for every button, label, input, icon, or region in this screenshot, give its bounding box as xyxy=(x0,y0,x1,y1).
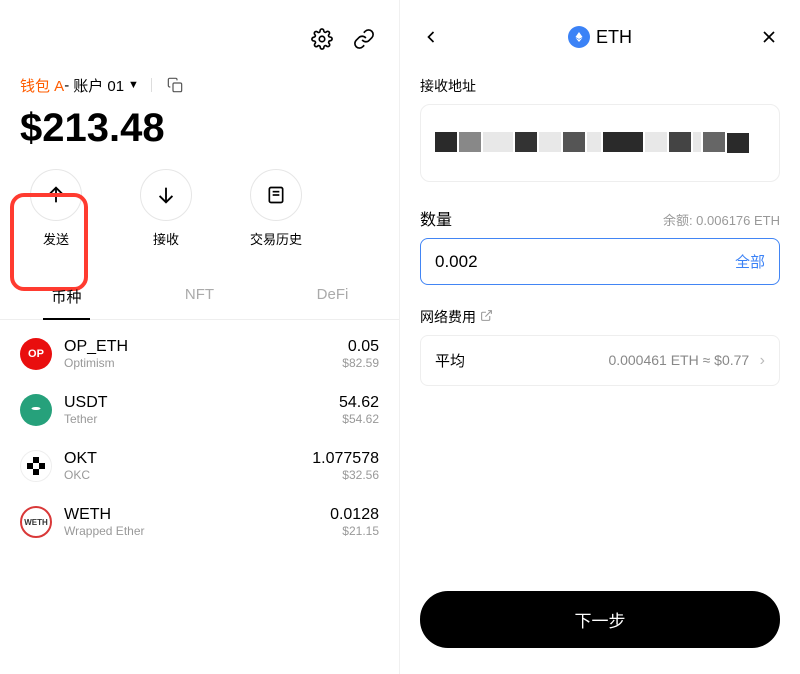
token-row[interactable]: WETH WETH Wrapped Ether 0.0128 $21.15 xyxy=(0,494,399,550)
token-row[interactable]: USDT Tether 54.62 $54.62 xyxy=(0,382,399,438)
fee-label-row: 网络费用 xyxy=(400,285,800,335)
token-amount: 54.62 xyxy=(339,394,379,412)
send-header: ETH xyxy=(400,0,800,56)
token-chain: Tether xyxy=(64,412,327,426)
token-chain: OKC xyxy=(64,468,300,482)
back-icon[interactable] xyxy=(420,26,442,48)
action-row: 发送 接收 交易历史 xyxy=(0,169,399,272)
token-fiat: $54.62 xyxy=(339,412,379,426)
receive-label: 接收 xyxy=(153,229,179,248)
wallet-selector[interactable]: 钱包 A - 账户 01 ▼ xyxy=(0,62,399,100)
next-button[interactable]: 下一步 xyxy=(420,591,780,648)
token-fiat: $32.56 xyxy=(312,468,379,482)
arrow-up-icon xyxy=(30,169,82,221)
send-action[interactable]: 发送 xyxy=(30,169,82,248)
wallet-home-panel: 钱包 A - 账户 01 ▼ $213.48 发送 接收 交易历史 xyxy=(0,0,400,674)
close-icon[interactable] xyxy=(758,26,780,48)
account-label: 账户 01 xyxy=(73,75,124,96)
token-chain: Wrapped Ether xyxy=(64,524,318,538)
token-symbol: OKT xyxy=(64,450,300,468)
amount-input[interactable] xyxy=(435,252,666,272)
wallet-name: 钱包 A xyxy=(20,75,64,96)
token-chain: Optimism xyxy=(64,356,330,370)
token-row[interactable]: OP OP_ETH Optimism 0.05 $82.59 xyxy=(0,326,399,382)
address-label: 接收地址 xyxy=(400,56,800,104)
history-action[interactable]: 交易历史 xyxy=(250,169,302,248)
history-icon xyxy=(250,169,302,221)
asset-tabs: 币种 NFT DeFi xyxy=(0,272,399,320)
token-symbol: USDT xyxy=(64,394,327,412)
send-title: ETH xyxy=(568,26,632,48)
amount-input-wrap: 全部 xyxy=(420,238,780,285)
fee-label: 网络费用 xyxy=(420,307,476,327)
tab-defi[interactable]: DeFi xyxy=(266,272,399,319)
token-icon-weth: WETH xyxy=(20,506,52,538)
token-amount: 0.0128 xyxy=(330,506,379,524)
eth-icon xyxy=(568,26,590,48)
settings-icon[interactable] xyxy=(311,28,333,50)
total-balance: $213.48 xyxy=(0,100,399,169)
external-link-icon[interactable] xyxy=(480,309,493,325)
tab-nft[interactable]: NFT xyxy=(133,272,266,319)
token-icon-op: OP xyxy=(20,338,52,370)
fee-value: 0.000461 ETH ≈ $0.77 xyxy=(608,352,749,368)
balance-hint: 余额: 0.006176 ETH xyxy=(663,210,780,229)
fee-selector[interactable]: 平均 0.000461 ETH ≈ $0.77 › xyxy=(420,335,780,386)
history-label: 交易历史 xyxy=(250,229,302,248)
token-fiat: $21.15 xyxy=(330,524,379,538)
amount-label: 数量 xyxy=(420,206,452,230)
send-panel: ETH 接收地址 数量 余额: 0.006176 ETH 全部 xyxy=(400,0,800,674)
token-symbol: OP_ETH xyxy=(64,338,330,356)
chevron-right-icon: › xyxy=(760,352,765,369)
chevron-down-icon: ▼ xyxy=(128,79,139,91)
amount-header: 数量 余额: 0.006176 ETH xyxy=(400,182,800,238)
copy-icon[interactable] xyxy=(164,74,186,96)
divider xyxy=(151,78,152,92)
token-row[interactable]: OKT OKC 1.077578 $32.56 xyxy=(0,438,399,494)
left-header xyxy=(0,0,399,62)
send-label: 发送 xyxy=(43,229,69,248)
token-icon-okt xyxy=(20,450,52,482)
all-button[interactable]: 全部 xyxy=(735,251,765,272)
receive-action[interactable]: 接收 xyxy=(140,169,192,248)
address-redacted xyxy=(435,119,765,165)
arrow-down-icon xyxy=(140,169,192,221)
token-amount: 1.077578 xyxy=(312,450,379,468)
fee-tier: 平均 xyxy=(435,350,465,371)
token-icon-usdt xyxy=(20,394,52,426)
tab-tokens[interactable]: 币种 xyxy=(0,272,133,319)
token-amount: 0.05 xyxy=(342,338,379,356)
token-symbol: WETH xyxy=(64,506,318,524)
link-icon[interactable] xyxy=(353,28,375,50)
address-input[interactable] xyxy=(420,104,780,182)
send-title-text: ETH xyxy=(596,27,632,48)
wallet-separator: - xyxy=(64,77,69,94)
token-list: OP OP_ETH Optimism 0.05 $82.59 USDT Teth… xyxy=(0,320,399,556)
token-fiat: $82.59 xyxy=(342,356,379,370)
